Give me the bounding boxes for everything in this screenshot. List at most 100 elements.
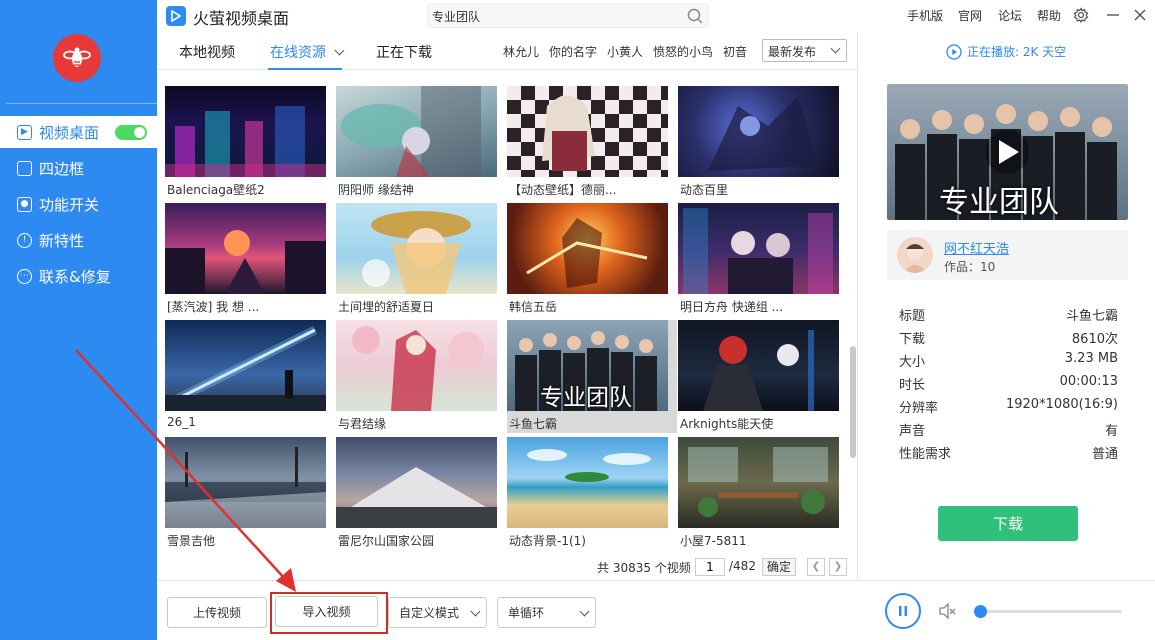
next-page-icon[interactable]: ❯ (829, 558, 847, 576)
video-title: 雷尼尔山国家公园 (338, 534, 435, 548)
video-card[interactable]: 小屋7-5811 (678, 437, 848, 550)
mode-select[interactable]: 自定义模式 (388, 597, 487, 628)
website-link[interactable]: 官网 (958, 7, 982, 24)
info-row: 标题 斗鱼七霸 (899, 305, 1118, 325)
loop-select[interactable]: 单循环 (497, 597, 596, 628)
video-card[interactable]: 阴阳师 缘结神 (336, 86, 506, 199)
info-value: 1920*1080(16:9) (1005, 397, 1118, 412)
video-card[interactable]: 雷尼尔山国家公园 (336, 437, 506, 550)
close-icon[interactable] (1131, 6, 1149, 24)
tab-downloading[interactable]: 正在下载 (376, 42, 432, 62)
grid-scrollbar[interactable] (850, 346, 856, 458)
search-input[interactable] (432, 7, 677, 25)
app-title: 火萤视频桌面 (193, 9, 290, 28)
video-title: 动态背景-1(1) (509, 534, 586, 548)
video-thumbnail (678, 320, 839, 411)
video-card[interactable]: Arknights能天使 (678, 320, 848, 433)
video-card[interactable]: 动态百里 (678, 86, 848, 199)
video-card[interactable]: 雪景吉他 (165, 437, 335, 550)
tab-online-resources[interactable]: 在线资源 (270, 42, 345, 62)
mode-selected-value: 自定义模式 (399, 606, 460, 620)
chevron-down-icon (579, 606, 590, 617)
pause-icon (899, 606, 907, 616)
video-card[interactable]: Balenciaga壁纸2 (165, 86, 335, 199)
download-button[interactable]: 下载 (938, 506, 1078, 541)
video-title: 【动态壁纸】德丽... (509, 183, 617, 197)
partial-row-cutoff (157, 70, 857, 76)
video-title: 明日方舟 快递组 ... (680, 300, 784, 314)
sidebar-item-border[interactable]: 四边框 (0, 152, 157, 184)
filter-tag[interactable]: 愤怒的小鸟 (653, 43, 713, 60)
search-icon[interactable] (687, 8, 703, 28)
sidebar-item-label: 功能开关 (39, 195, 100, 214)
app-play-icon (166, 6, 186, 26)
sort-select[interactable]: 最新发布 (762, 39, 847, 62)
filter-tag[interactable]: 你的名字 (549, 43, 597, 60)
video-card-selected[interactable]: 专业团队 斗鱼七霸 (507, 320, 677, 433)
chevron-down-icon (830, 43, 841, 54)
video-thumbnail (165, 86, 326, 177)
info-value: 8610次 (1071, 332, 1118, 347)
video-card[interactable]: 26_1 (165, 320, 335, 433)
minimize-icon[interactable] (1104, 6, 1122, 24)
sidebar-item-new-features[interactable]: ! 新特性 (0, 224, 157, 256)
page-input[interactable] (695, 558, 725, 576)
video-thumbnail (507, 86, 668, 177)
info-key: 声音 (899, 424, 926, 439)
video-preview[interactable]: 专业团队 (887, 84, 1128, 220)
sidebar-item-features[interactable]: ● 功能开关 (0, 188, 157, 220)
sort-selected-value: 最新发布 (768, 45, 817, 59)
mobile-link[interactable]: 手机版 (907, 7, 943, 24)
total-count: 共 30835 个视频 (597, 561, 691, 575)
avatar[interactable] (897, 237, 933, 273)
sidebar-item-video-desktop[interactable]: ▶ 视频桌面 (0, 116, 157, 148)
prev-page-icon[interactable]: ❮ (807, 558, 825, 576)
chevron-down-icon (470, 606, 481, 617)
sidebar-divider (6, 103, 157, 104)
forum-link[interactable]: 论坛 (998, 7, 1022, 24)
video-thumbnail (678, 203, 839, 294)
video-title: 阴阳师 缘结神 (338, 183, 414, 197)
info-key: 性能需求 (899, 447, 952, 462)
info-value: 斗鱼七霸 (1065, 309, 1118, 324)
pause-button[interactable] (885, 593, 921, 629)
video-desktop-toggle[interactable] (115, 125, 147, 140)
video-card[interactable]: 动态背景-1(1) (507, 437, 677, 550)
filter-tag[interactable]: 初音 (723, 43, 747, 60)
help-link[interactable]: 帮助 (1037, 7, 1061, 24)
filter-tag[interactable]: 林允儿 (503, 43, 539, 60)
filter-tag[interactable]: 小黄人 (607, 43, 643, 60)
toggle-icon: ● (17, 196, 32, 212)
video-thumbnail (507, 437, 668, 528)
page-confirm-button[interactable]: 确定 (762, 558, 796, 576)
video-card[interactable]: 【动态壁纸】德丽... (507, 86, 677, 199)
sidebar-item-label: 新特性 (39, 231, 85, 250)
video-card[interactable]: 土间埋的舒适夏日 (336, 203, 506, 316)
volume-knob[interactable] (973, 605, 987, 618)
import-video-button[interactable]: 导入视频 (275, 596, 378, 627)
volume-slider[interactable] (973, 605, 1122, 618)
video-title: Balenciaga壁纸2 (167, 183, 265, 197)
tab-label: 在线资源 (270, 45, 326, 61)
video-thumbnail (336, 437, 497, 528)
info-key: 标题 (899, 309, 926, 324)
info-row: 时长 00:00:13 (899, 374, 1118, 394)
video-title: 韩信五岳 (509, 300, 558, 314)
video-card[interactable]: 明日方舟 快递组 ... (678, 203, 848, 316)
info-row: 下载 8610次 (899, 328, 1118, 348)
video-title: 小屋7-5811 (680, 534, 747, 548)
author-name-link[interactable]: 网不红天浩 (944, 238, 1009, 257)
video-thumbnail (336, 320, 497, 411)
sidebar-item-contact[interactable]: ⋯ 联系&修复 (0, 260, 157, 292)
mute-icon[interactable] (937, 601, 957, 625)
loop-selected-value: 单循环 (508, 606, 545, 620)
video-card[interactable]: [蒸汽波] 我 想 ... (165, 203, 335, 316)
video-card[interactable]: 与君结缘 (336, 320, 506, 433)
video-card[interactable]: 韩信五岳 (507, 203, 677, 316)
upload-video-button[interactable]: 上传视频 (167, 597, 267, 628)
sidebar: ▶ 视频桌面 四边框 ● 功能开关 ! 新特性 ⋯ 联系&修复 (0, 0, 157, 640)
tab-local-video[interactable]: 本地视频 (179, 42, 235, 62)
search-box[interactable] (427, 3, 709, 28)
gear-icon[interactable] (1072, 6, 1090, 24)
info-row: 大小 3.23 MB (899, 351, 1118, 371)
